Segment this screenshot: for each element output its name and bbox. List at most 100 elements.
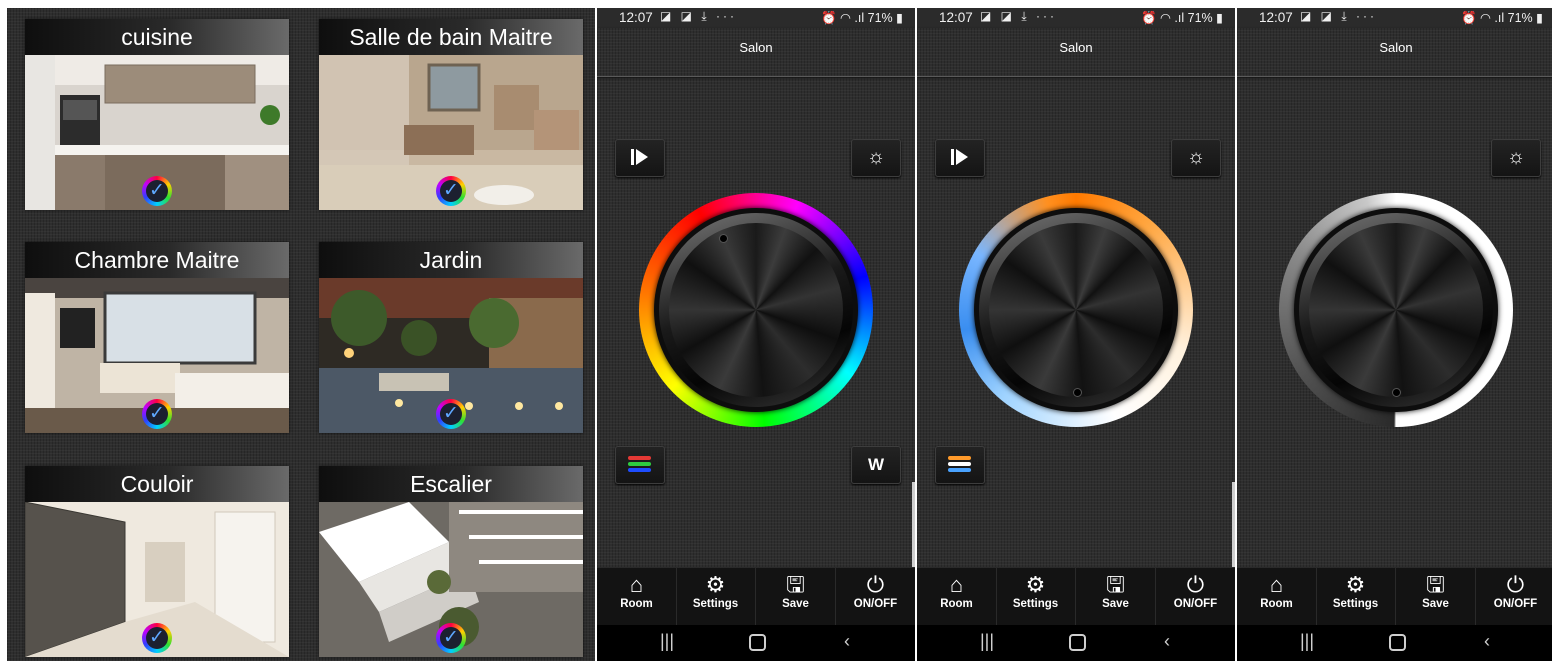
- system-nav-bar: ||| ‹: [597, 625, 915, 661]
- checkmark-icon: ✓: [149, 403, 165, 424]
- nav-settings[interactable]: ⚙ Settings: [1316, 568, 1396, 626]
- nav-settings[interactable]: ⚙ Settings: [996, 568, 1076, 626]
- system-nav-bar: ||| ‹: [1237, 625, 1552, 661]
- scroll-indicator: [1232, 482, 1235, 572]
- brightness-icon: ☼: [866, 146, 886, 168]
- power-icon: ⏻: [866, 572, 885, 597]
- knob-dial[interactable]: [669, 223, 843, 397]
- phone-screen-cct: 12:07 ◪ ◪ ⤓ ··· ⏰ ◠ .ıl 71% ▮ Salon ☼ ⌂ R…: [917, 8, 1235, 661]
- dimmer-wheel[interactable]: [1279, 193, 1513, 427]
- status-bar: 12:07 ◪ ◪ ⤓ ··· ⏰ ◠ .ıl 71% ▮: [917, 8, 1235, 28]
- play-icon: [631, 148, 649, 166]
- recents-button[interactable]: |||: [1287, 631, 1327, 652]
- status-bar: 12:07 ◪ ◪ ⤓ ··· ⏰ ◠ .ıl 71% ▮: [1237, 8, 1552, 28]
- nav-room[interactable]: ⌂ Room: [917, 568, 997, 626]
- nav-room[interactable]: ⌂ Room: [597, 568, 677, 626]
- color-wheel-check-badge[interactable]: ✓: [436, 399, 466, 429]
- nav-save[interactable]: 🖫 Save: [1076, 568, 1156, 626]
- room-card-cuisine[interactable]: cuisine ✓: [25, 19, 289, 210]
- brightness-icon: ☼: [1506, 146, 1526, 168]
- nav-settings[interactable]: ⚙ Settings: [676, 568, 756, 626]
- color-wheel-check-badge[interactable]: ✓: [142, 176, 172, 206]
- knob-dial[interactable]: [1309, 223, 1483, 397]
- room-card-couloir[interactable]: Couloir ✓: [25, 466, 289, 657]
- checkmark-icon: ✓: [443, 403, 459, 424]
- home-button[interactable]: [1377, 631, 1417, 656]
- cct-mode-button[interactable]: [935, 446, 985, 484]
- white-button[interactable]: W: [851, 446, 901, 484]
- home-square-icon: [1068, 634, 1086, 651]
- app-header: Salon: [597, 28, 915, 77]
- home-icon: ⌂: [949, 572, 964, 597]
- color-wheel-check-badge[interactable]: ✓: [142, 399, 172, 429]
- knob-indicator: [1393, 389, 1400, 396]
- page-title: Salon: [1379, 40, 1413, 55]
- recents-button[interactable]: |||: [967, 631, 1007, 652]
- status-time: 12:07: [619, 10, 653, 25]
- room-card-salle-de-bain[interactable]: Salle de bain Maitre ✓: [319, 19, 583, 210]
- brightness-button[interactable]: ☼: [851, 139, 901, 177]
- checkmark-icon: ✓: [443, 180, 459, 201]
- rgb-mode-button[interactable]: [615, 446, 665, 484]
- system-nav-bar: ||| ‹: [917, 625, 1235, 661]
- nav-onoff[interactable]: ⏻ ON/OFF: [1156, 568, 1235, 626]
- color-wheel-check-badge[interactable]: ✓: [436, 176, 466, 206]
- color-wheel-check-badge[interactable]: ✓: [142, 623, 172, 653]
- color-wheel-check-badge[interactable]: ✓: [436, 623, 466, 653]
- app-header: Salon: [917, 28, 1235, 77]
- status-battery-signal: ⏰ ◠ .ıl 71% ▮: [821, 11, 903, 25]
- cct-color-wheel[interactable]: [959, 193, 1193, 427]
- knob-dial[interactable]: [989, 223, 1163, 397]
- brightness-button[interactable]: ☼: [1491, 139, 1541, 177]
- phone-screen-rgb: 12:07 ◪ ◪ ⤓ ··· ⏰ ◠ .ıl 71% ▮ Salon ☼ W …: [597, 8, 915, 661]
- nav-onoff[interactable]: ⏻ ON/OFF: [836, 568, 915, 626]
- room-card-escalier[interactable]: Escalier ✓: [319, 466, 583, 657]
- room-card-chambre-maitre[interactable]: Chambre Maitre ✓: [25, 242, 289, 433]
- room-card-jardin[interactable]: Jardin ✓: [319, 242, 583, 433]
- page-title: Salon: [739, 40, 773, 55]
- nav-room[interactable]: ⌂ Room: [1237, 568, 1317, 626]
- save-icon: 🖫: [786, 572, 805, 597]
- status-time: 12:07: [1259, 10, 1293, 25]
- rgb-color-wheel[interactable]: [639, 193, 873, 427]
- room-title: Chambre Maitre: [25, 242, 289, 278]
- knob-indicator: [720, 235, 727, 242]
- knob-indicator: [1074, 389, 1081, 396]
- phone-screen-dimmer: 12:07 ◪ ◪ ⤓ ··· ⏰ ◠ .ıl 71% ▮ Salon ☼ ⌂ R…: [1237, 8, 1552, 661]
- notification-icons: ◪ ◪ ⤓ ···: [660, 9, 737, 23]
- power-icon: ⏻: [1186, 572, 1205, 597]
- home-icon: ⌂: [629, 572, 644, 597]
- gear-icon: ⚙: [705, 572, 726, 597]
- home-square-icon: [748, 634, 766, 651]
- page-title: Salon: [1059, 40, 1093, 55]
- room-title: Salle de bain Maitre: [319, 19, 583, 55]
- back-button[interactable]: ‹: [1147, 631, 1187, 652]
- checkmark-icon: ✓: [443, 627, 459, 648]
- nav-save[interactable]: 🖫 Save: [756, 568, 836, 626]
- nav-save[interactable]: 🖫 Save: [1396, 568, 1476, 626]
- notification-icons: ◪ ◪ ⤓ ···: [980, 9, 1057, 23]
- play-mode-button[interactable]: [935, 139, 985, 177]
- nav-onoff[interactable]: ⏻ ON/OFF: [1476, 568, 1552, 626]
- gear-icon: ⚙: [1345, 572, 1366, 597]
- cct-stripes-icon: [948, 456, 971, 474]
- status-battery-signal: ⏰ ◠ .ıl 71% ▮: [1141, 11, 1223, 25]
- checkmark-icon: ✓: [149, 627, 165, 648]
- bottom-nav: ⌂ Room ⚙ Settings 🖫 Save ⏻ ON/OFF: [1237, 567, 1552, 626]
- room-title: Jardin: [319, 242, 583, 278]
- status-battery-signal: ⏰ ◠ .ıl 71% ▮: [1461, 11, 1543, 25]
- play-mode-button[interactable]: [615, 139, 665, 177]
- recents-button[interactable]: |||: [647, 631, 687, 652]
- room-title: cuisine: [25, 19, 289, 55]
- status-time: 12:07: [939, 10, 973, 25]
- checkmark-icon: ✓: [149, 180, 165, 201]
- back-button[interactable]: ‹: [827, 631, 867, 652]
- home-button[interactable]: [1057, 631, 1097, 656]
- brightness-button[interactable]: ☼: [1171, 139, 1221, 177]
- save-icon: 🖫: [1426, 572, 1445, 597]
- notification-icons: ◪ ◪ ⤓ ···: [1300, 9, 1377, 23]
- scroll-indicator: [912, 482, 915, 572]
- back-button[interactable]: ‹: [1467, 631, 1507, 652]
- bottom-nav: ⌂ Room ⚙ Settings 🖫 Save ⏻ ON/OFF: [917, 567, 1235, 626]
- home-button[interactable]: [737, 631, 777, 656]
